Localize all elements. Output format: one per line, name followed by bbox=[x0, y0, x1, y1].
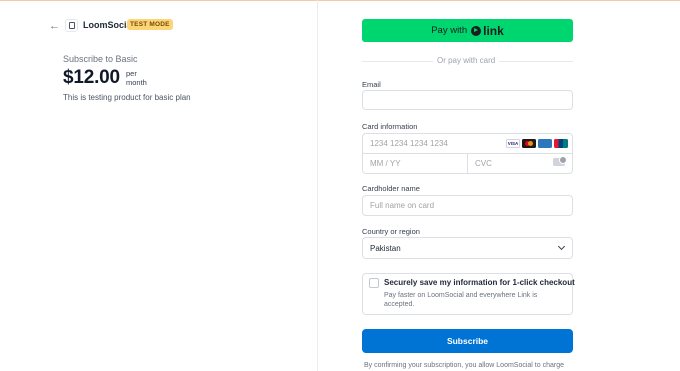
billing-period-month: month bbox=[126, 78, 147, 87]
save-info-checkbox[interactable] bbox=[369, 278, 379, 288]
link-arrow-icon bbox=[471, 25, 482, 36]
pay-with-link-button[interactable]: Pay with link bbox=[362, 19, 573, 42]
card-brand-icons: VISA bbox=[506, 139, 568, 148]
email-label: Email bbox=[362, 80, 381, 89]
unionpay-icon bbox=[554, 139, 568, 148]
product-description: This is testing product for basic plan bbox=[63, 93, 191, 102]
save-info-title: Securely save my information for 1-click… bbox=[384, 278, 575, 287]
app-window-icon bbox=[65, 19, 78, 32]
card-info-label: Card information bbox=[362, 122, 418, 131]
pay-with-label: Pay with bbox=[431, 25, 468, 36]
amex-icon bbox=[538, 139, 552, 148]
top-accent-line bbox=[0, 0, 680, 1]
billing-period: per month bbox=[126, 69, 147, 87]
cvc-card-icon bbox=[553, 156, 567, 166]
subscribe-button[interactable]: Subscribe bbox=[362, 329, 573, 353]
subscribe-title: Subscribe to Basic bbox=[63, 54, 138, 64]
country-select[interactable]: Pakistan bbox=[362, 237, 573, 259]
country-value: Pakistan bbox=[370, 243, 401, 253]
visa-icon: VISA bbox=[506, 139, 520, 148]
cardholder-name-input[interactable] bbox=[362, 195, 573, 216]
arrow-left-icon[interactable]: ← bbox=[49, 20, 61, 32]
billing-period-per: per bbox=[126, 69, 137, 78]
panel-divider bbox=[317, 0, 318, 371]
mastercard-icon bbox=[522, 139, 536, 148]
chevron-down-icon bbox=[557, 242, 566, 251]
expiry-input[interactable] bbox=[362, 153, 468, 174]
test-mode-badge: TEST MODE bbox=[127, 19, 173, 30]
save-info-description: Pay faster on LoomSocial and everywhere … bbox=[384, 292, 538, 308]
terms-text: By confirming your subscription, you all… bbox=[364, 362, 564, 369]
link-wordmark: link bbox=[483, 23, 504, 38]
link-logo: link bbox=[471, 24, 504, 38]
email-field[interactable] bbox=[362, 90, 573, 110]
country-label: Country or region bbox=[362, 227, 420, 236]
price: $12.00 bbox=[63, 67, 120, 88]
or-divider-text: Or pay with card bbox=[433, 56, 500, 65]
cardholder-label: Cardholder name bbox=[362, 184, 420, 193]
